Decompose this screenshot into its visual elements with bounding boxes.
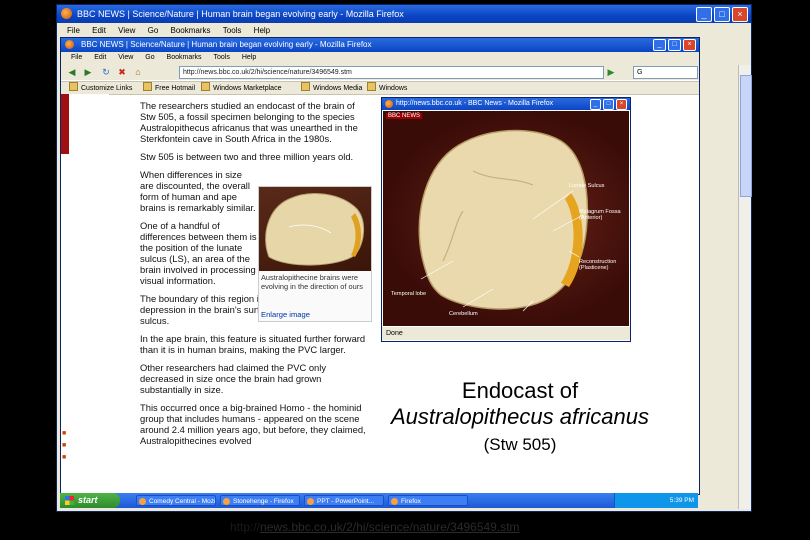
minimize-button[interactable]: _	[696, 7, 712, 22]
menu-bookmarks[interactable]: Bookmarks	[167, 54, 202, 61]
article-figure: Australopithecine brains were evolving i…	[258, 186, 372, 322]
taskbar-item[interactable]: Firefox	[388, 495, 468, 506]
menu-go[interactable]: Go	[145, 54, 154, 61]
taskbar-item[interactable]: Stonehenge - Firefox	[220, 495, 300, 506]
menu-tools[interactable]: Tools	[223, 26, 242, 35]
slide-caption: Endocast of Australopithecus africanus (…	[370, 378, 670, 456]
maximize-button[interactable]: □	[714, 7, 730, 22]
menu-view[interactable]: View	[118, 54, 133, 61]
endocast-thumbnail[interactable]	[259, 187, 371, 271]
menu-help[interactable]: Help	[242, 54, 256, 61]
menu-tools[interactable]: Tools	[214, 54, 230, 61]
bbc-red-strip	[61, 94, 69, 154]
back-icon[interactable]: ◀	[67, 67, 77, 77]
caption-species: Australopithecus africanus	[390, 404, 650, 429]
label-temporal-lobe: Temporal lobe	[391, 291, 427, 297]
inner-window-title: BBC NEWS | Science/Nature | Human brain …	[81, 40, 372, 49]
bbc-news-logo: BBC NEWS	[386, 113, 423, 119]
minimize-button[interactable]: _	[653, 39, 666, 51]
close-button[interactable]: ×	[616, 99, 627, 110]
reload-icon[interactable]: ↻	[101, 67, 111, 77]
windows-taskbar: start Comedy Central - Mozilla... Stoneh…	[60, 493, 698, 508]
menu-edit[interactable]: Edit	[94, 54, 106, 61]
menu-go[interactable]: Go	[148, 26, 159, 35]
label-lunate-sulcus: Lunate Sulcus	[569, 183, 605, 189]
article-paragraph: One of a handful of differences between …	[140, 220, 257, 286]
popup-status-bar: Done	[382, 327, 630, 340]
label-reconstruction: Reconstruction (Plasticene)	[579, 259, 617, 271]
caption-specimen: (Stw 505)	[483, 435, 557, 454]
label-cerebellum: Cerebellum	[449, 311, 478, 317]
go-icon[interactable]: ▶	[606, 67, 616, 77]
image-popup-window: http://news.bbc.co.uk - BBC News - Mozil…	[381, 97, 631, 342]
bookmark-free-hotmail[interactable]: Free Hotmail	[143, 82, 195, 95]
forward-icon[interactable]: ▶	[83, 67, 93, 77]
article-paragraph: Stw 505 is between two and three million…	[140, 151, 354, 162]
bookmark-windows-media[interactable]: Windows Media	[301, 82, 362, 95]
inner-title-bar[interactable]: BBC NEWS | Science/Nature | Human brain …	[61, 38, 699, 52]
close-button[interactable]: ×	[732, 7, 748, 22]
firefox-icon	[385, 100, 393, 108]
menu-file[interactable]: File	[67, 26, 80, 35]
source-link[interactable]: news.bbc.co.uk/2/hi/science/nature/34965…	[260, 520, 520, 534]
navigation-toolbar: ◀ ▶ ↻ ✖ ⌂ http://news.bbc.co.uk/2/hi/sci…	[61, 64, 699, 80]
menu-help[interactable]: Help	[254, 26, 270, 35]
firefox-icon	[65, 40, 74, 49]
list-bullet-icon: ■	[62, 442, 67, 449]
popup-title: http://news.bbc.co.uk - BBC News - Mozil…	[396, 100, 554, 107]
address-bar[interactable]: http://news.bbc.co.uk/2/hi/science/natur…	[179, 66, 604, 79]
maximize-button[interactable]: □	[603, 99, 614, 110]
menu-view[interactable]: View	[118, 26, 135, 35]
caption-line-1: Endocast of	[461, 378, 579, 403]
scroll-thumb[interactable]	[740, 75, 752, 197]
inner-menu-bar: File Edit View Go Bookmarks Tools Help	[61, 52, 699, 64]
close-button[interactable]: ×	[683, 39, 696, 51]
start-button[interactable]: start	[60, 493, 120, 508]
stop-icon[interactable]: ✖	[117, 67, 127, 77]
search-input[interactable]: G	[633, 66, 698, 79]
label-malagrum-fossa: Malagrum Fossa (Anterior)	[579, 209, 621, 221]
taskbar-item[interactable]: Comedy Central - Mozilla...	[136, 495, 216, 506]
menu-bookmarks[interactable]: Bookmarks	[171, 26, 211, 35]
figure-caption: Australopithecine brains were evolving i…	[261, 273, 363, 291]
endocast-photo: Lunate Sulcus Malagrum Fossa (Anterior) …	[383, 111, 629, 326]
list-bullet-icon: ■	[62, 454, 67, 461]
source-prefix: http://	[230, 520, 261, 534]
bookmark-windows[interactable]: Windows	[367, 82, 407, 95]
enlarge-image-link[interactable]: Enlarge image	[261, 309, 310, 320]
bookmarks-toolbar: Customize Links Free Hotmail Windows Mar…	[61, 81, 699, 95]
maximize-button[interactable]: □	[668, 39, 681, 51]
outer-menu-bar: File Edit View Go Bookmarks Tools Help	[57, 24, 751, 38]
outer-title-bar[interactable]: BBC NEWS | Science/Nature | Human brain …	[57, 5, 751, 23]
source-citation: http://news.bbc.co.uk/2/hi/science/natur…	[230, 520, 520, 534]
article-paragraph: The researchers studied an endocast of t…	[140, 100, 358, 144]
list-bullet-icon: ■	[62, 430, 67, 437]
article-paragraph: When differences in size are discounted,…	[140, 169, 256, 213]
home-icon[interactable]: ⌂	[133, 67, 143, 77]
article-paragraph: This occurred once a big-brained Homo - …	[140, 402, 366, 446]
menu-edit[interactable]: Edit	[92, 26, 106, 35]
taskbar-item[interactable]: PPT - PowerPoint...	[304, 495, 384, 506]
system-tray-clock: 5:39 PM	[614, 493, 698, 508]
article-paragraph: In the ape brain, this feature is situat…	[140, 333, 366, 355]
article-body: The researchers studied an endocast of t…	[140, 100, 372, 482]
minimize-button[interactable]: _	[590, 99, 601, 110]
bookmark-windows-marketplace[interactable]: Windows Marketplace	[201, 82, 281, 95]
outer-scrollbar[interactable]	[738, 65, 752, 509]
outer-window-title: BBC NEWS | Science/Nature | Human brain …	[77, 9, 404, 19]
article-paragraph: Other researchers had claimed the PVC on…	[140, 362, 327, 395]
menu-file[interactable]: File	[71, 54, 82, 61]
popup-title-bar[interactable]: http://news.bbc.co.uk - BBC News - Mozil…	[382, 98, 630, 110]
firefox-icon	[61, 8, 72, 19]
